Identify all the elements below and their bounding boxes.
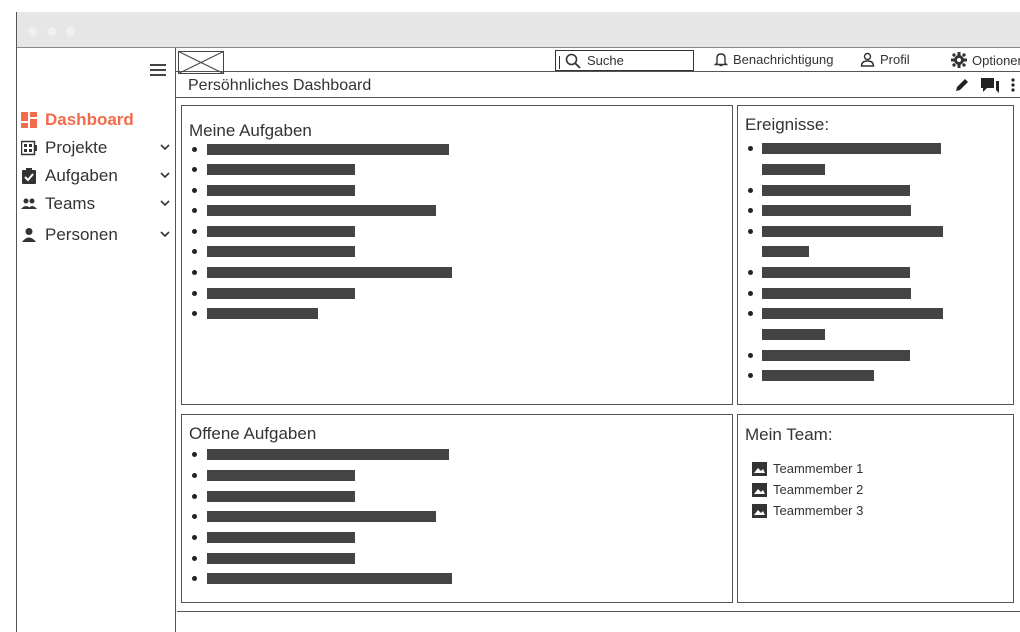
panel-my-tasks: Meine Aufgaben [181,105,733,405]
options-label: Optionen [972,52,1020,68]
comments-icon[interactable] [981,77,999,94]
person-icon [21,227,37,243]
search-placeholder: Suche [587,53,624,68]
profile-label: Profil [880,52,910,67]
options-button[interactable]: Optionen [951,52,1020,68]
top-bar: Suche Benachrichtigung Profil Optionen [176,48,1020,74]
edit-pencil-icon[interactable] [954,77,970,93]
page-header: Persöhnliches Dashboard [176,73,1020,98]
teams-icon [21,196,37,212]
app-window: Dashboard Projekte Aufgaben Teams Person… [16,12,1020,632]
image-icon [752,503,767,518]
profile-icon [860,52,875,67]
profile-button[interactable]: Profil [860,52,910,67]
sidebar-item-label: Teams [45,194,96,213]
panel-title: Meine Aufgaben [189,121,312,140]
gear-icon [951,52,967,68]
sidebar-item-label: Dashboard [45,110,134,129]
sidebar-item-tasks[interactable]: Aufgaben [21,165,171,187]
window-minimize-dot[interactable] [47,27,56,36]
window-close-dot[interactable] [28,27,37,36]
footer-divider [177,611,1020,612]
sidebar: Dashboard Projekte Aufgaben Teams Person… [17,48,176,632]
notifications-label: Benachrichtigung [733,52,834,67]
sidebar-item-label: Projekte [45,138,108,157]
panel-title: Offene Aufgaben [189,424,317,443]
chevron-down-icon[interactable] [159,169,171,181]
menu-hamburger-icon[interactable] [150,64,166,76]
team-member-item[interactable]: Teammember 3 [752,503,863,518]
logo-placeholder-icon[interactable] [178,51,224,74]
projects-icon [20,140,37,156]
panel-events: Ereignisse: [737,105,1014,405]
sidebar-item-label: Personen [45,225,118,244]
sidebar-item-teams[interactable]: Teams [21,193,171,215]
panel-my-team: Mein Team: Teammember 1 Teammember 2 Tea… [737,414,1014,603]
page-title: Persöhnliches Dashboard [188,77,372,94]
chevron-down-icon[interactable] [159,197,171,209]
image-icon [752,482,767,497]
team-member-name: Teammember 1 [773,461,864,476]
panel-open-tasks: Offene Aufgaben [181,414,733,603]
sidebar-item-projects[interactable]: Projekte [20,137,171,159]
chevron-down-icon[interactable] [159,228,171,240]
window-maximize-dot[interactable] [66,27,75,36]
tasks-icon [21,168,37,184]
image-icon [752,461,767,476]
team-member-item[interactable]: Teammember 1 [752,461,863,476]
notifications-button[interactable]: Benachrichtigung [714,52,833,67]
panel-title: Ereignisse: [745,115,830,134]
team-member-item[interactable]: Teammember 2 [752,482,863,497]
search-input[interactable]: Suche [555,50,694,71]
dashboard-icon [21,112,37,128]
sidebar-item-label: Aufgaben [45,166,118,185]
bell-icon [714,53,728,67]
sidebar-item-persons[interactable]: Personen [21,224,171,246]
team-member-name: Teammember 2 [773,482,864,497]
more-vertical-icon[interactable] [1010,77,1016,93]
search-icon [565,53,581,69]
chevron-down-icon[interactable] [159,141,171,153]
title-bar [17,12,1020,48]
panel-title: Mein Team: [745,425,833,444]
team-member-name: Teammember 3 [773,503,864,518]
sidebar-item-dashboard[interactable]: Dashboard [21,109,171,131]
